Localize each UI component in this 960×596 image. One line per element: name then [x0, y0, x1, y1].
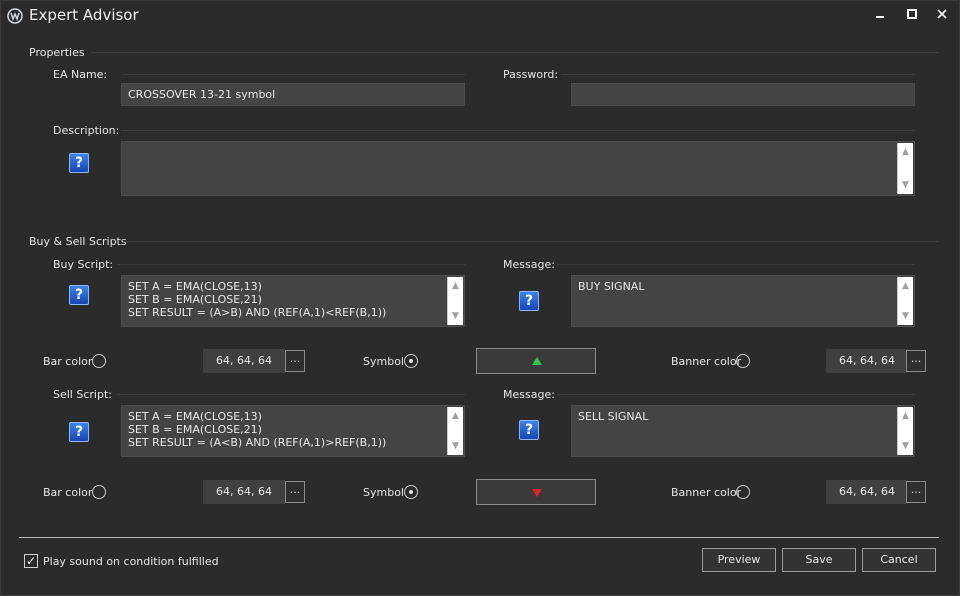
maximize-icon	[907, 9, 917, 19]
buy-banner-color-value: 64, 64, 64	[826, 349, 908, 373]
expert-advisor-window: Expert Advisor Properties EA Name: CROSS…	[0, 0, 960, 596]
play-sound-label[interactable]: Play sound on condition fulfilled	[43, 555, 219, 568]
app-icon	[7, 8, 23, 24]
sell-message-help-icon[interactable]: ?	[519, 420, 539, 440]
close-button[interactable]	[931, 5, 953, 27]
scroll-down-icon[interactable]: ▼	[898, 309, 913, 323]
sell-bar-color-radio[interactable]	[92, 485, 106, 499]
buy-arrow-up-icon	[532, 357, 542, 365]
sell-banner-color-picker-button[interactable]: ...	[906, 481, 926, 503]
save-button[interactable]: Save	[782, 548, 856, 572]
buy-symbol-label: Symbol	[363, 355, 404, 368]
buy-message-help-icon[interactable]: ?	[519, 291, 539, 311]
scroll-down-icon[interactable]: ▼	[898, 178, 913, 192]
preview-button[interactable]: Preview	[702, 548, 776, 572]
footer-divider	[19, 537, 939, 538]
buy-script-scrollbar[interactable]: ▲ ▼	[447, 277, 463, 325]
scroll-down-icon[interactable]: ▼	[898, 439, 913, 453]
sell-script-help-icon[interactable]: ?	[69, 422, 89, 442]
sell-script-textarea[interactable]: SET A = EMA(CLOSE,13) SET B = EMA(CLOSE,…	[121, 405, 465, 457]
play-sound-checkbox[interactable]: ✓	[24, 554, 38, 568]
sell-banner-color-label: Banner color	[671, 486, 742, 499]
minimize-icon	[876, 16, 884, 18]
properties-divider	[91, 52, 939, 53]
minimize-button[interactable]	[869, 5, 891, 27]
buy-symbol-radio[interactable]	[404, 354, 418, 368]
buy-script-divider	[117, 264, 465, 265]
buy-banner-color-picker-button[interactable]: ...	[906, 350, 926, 372]
description-divider	[121, 130, 915, 131]
buy-script-help-icon[interactable]: ?	[69, 285, 89, 305]
maximize-button[interactable]	[901, 5, 923, 27]
buy-bar-color-picker-button[interactable]: ...	[285, 350, 305, 372]
scripts-section-label: Buy & Sell Scripts	[29, 235, 127, 248]
scroll-up-icon[interactable]: ▲	[898, 279, 913, 293]
sell-symbol-radio[interactable]	[404, 485, 418, 499]
password-divider	[561, 74, 915, 75]
sell-banner-color-radio[interactable]	[736, 485, 750, 499]
scroll-down-icon[interactable]: ▼	[448, 439, 463, 453]
sell-arrow-down-icon	[532, 489, 542, 497]
password-label: Password:	[503, 68, 559, 81]
description-textarea[interactable]	[121, 141, 915, 196]
buy-bar-color-value: 64, 64, 64	[203, 349, 285, 373]
buy-message-scrollbar[interactable]: ▲ ▼	[897, 277, 913, 325]
sell-message-label: Message:	[503, 388, 555, 401]
sell-message-scrollbar[interactable]: ▲ ▼	[897, 407, 913, 455]
buy-banner-color-label: Banner color	[671, 355, 742, 368]
close-icon	[937, 9, 947, 19]
ea-name-label: EA Name:	[53, 68, 108, 81]
sell-script-scrollbar[interactable]: ▲ ▼	[447, 407, 463, 455]
description-help-icon[interactable]: ?	[69, 153, 89, 173]
sell-bar-color-label: Bar color	[43, 486, 93, 499]
sell-symbol-picker[interactable]	[476, 479, 596, 505]
window-title: Expert Advisor	[29, 6, 139, 24]
description-scrollbar[interactable]: ▲ ▼	[897, 143, 913, 194]
title-bar: Expert Advisor	[1, 1, 959, 31]
buy-message-textarea[interactable]: BUY SIGNAL	[571, 275, 915, 327]
buy-script-label: Buy Script:	[53, 258, 114, 271]
scroll-up-icon[interactable]: ▲	[448, 409, 463, 423]
sell-banner-color-value: 64, 64, 64	[826, 480, 908, 504]
sell-bar-color-value: 64, 64, 64	[203, 480, 285, 504]
scroll-down-icon[interactable]: ▼	[448, 309, 463, 323]
scroll-up-icon[interactable]: ▲	[898, 145, 913, 159]
sell-symbol-label: Symbol	[363, 486, 404, 499]
buy-message-label: Message:	[503, 258, 555, 271]
ea-name-divider	[123, 74, 465, 75]
description-label: Description:	[53, 124, 120, 137]
sell-bar-color-picker-button[interactable]: ...	[285, 481, 305, 503]
buy-bar-color-radio[interactable]	[92, 354, 106, 368]
ea-name-input[interactable]: CROSSOVER 13-21 symbol	[121, 83, 465, 106]
sell-script-divider	[117, 394, 465, 395]
scroll-up-icon[interactable]: ▲	[448, 279, 463, 293]
buy-script-textarea[interactable]: SET A = EMA(CLOSE,13) SET B = EMA(CLOSE,…	[121, 275, 465, 327]
cancel-button[interactable]: Cancel	[862, 548, 936, 572]
scroll-up-icon[interactable]: ▲	[898, 409, 913, 423]
buy-bar-color-label: Bar color	[43, 355, 93, 368]
buy-symbol-picker[interactable]	[476, 348, 596, 374]
password-input[interactable]	[571, 83, 915, 106]
sell-script-label: Sell Script:	[53, 388, 112, 401]
sell-message-divider	[557, 394, 915, 395]
scripts-divider	[123, 241, 939, 242]
buy-message-divider	[557, 264, 915, 265]
sell-message-textarea[interactable]: SELL SIGNAL	[571, 405, 915, 457]
properties-section-label: Properties	[29, 46, 85, 59]
buy-banner-color-radio[interactable]	[736, 354, 750, 368]
